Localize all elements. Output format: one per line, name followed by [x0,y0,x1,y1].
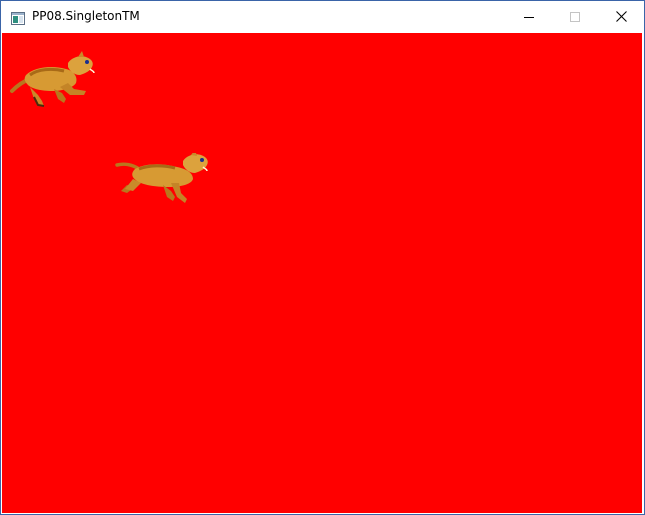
running-cat-sprite [115,153,208,203]
minimize-button[interactable] [506,1,552,32]
maximize-icon [570,7,580,26]
running-cat-sprite [10,51,95,107]
close-icon [615,7,627,26]
window-app-icon[interactable] [11,10,25,25]
application-window: PP08.SingletonTM [0,0,645,515]
title-bar[interactable]: PP08.SingletonTM [1,1,644,32]
window-title: PP08.SingletonTM [32,9,140,23]
close-button[interactable] [598,1,644,32]
maximize-button[interactable] [552,1,598,32]
minimize-icon [524,7,534,26]
game-canvas[interactable] [2,33,642,513]
